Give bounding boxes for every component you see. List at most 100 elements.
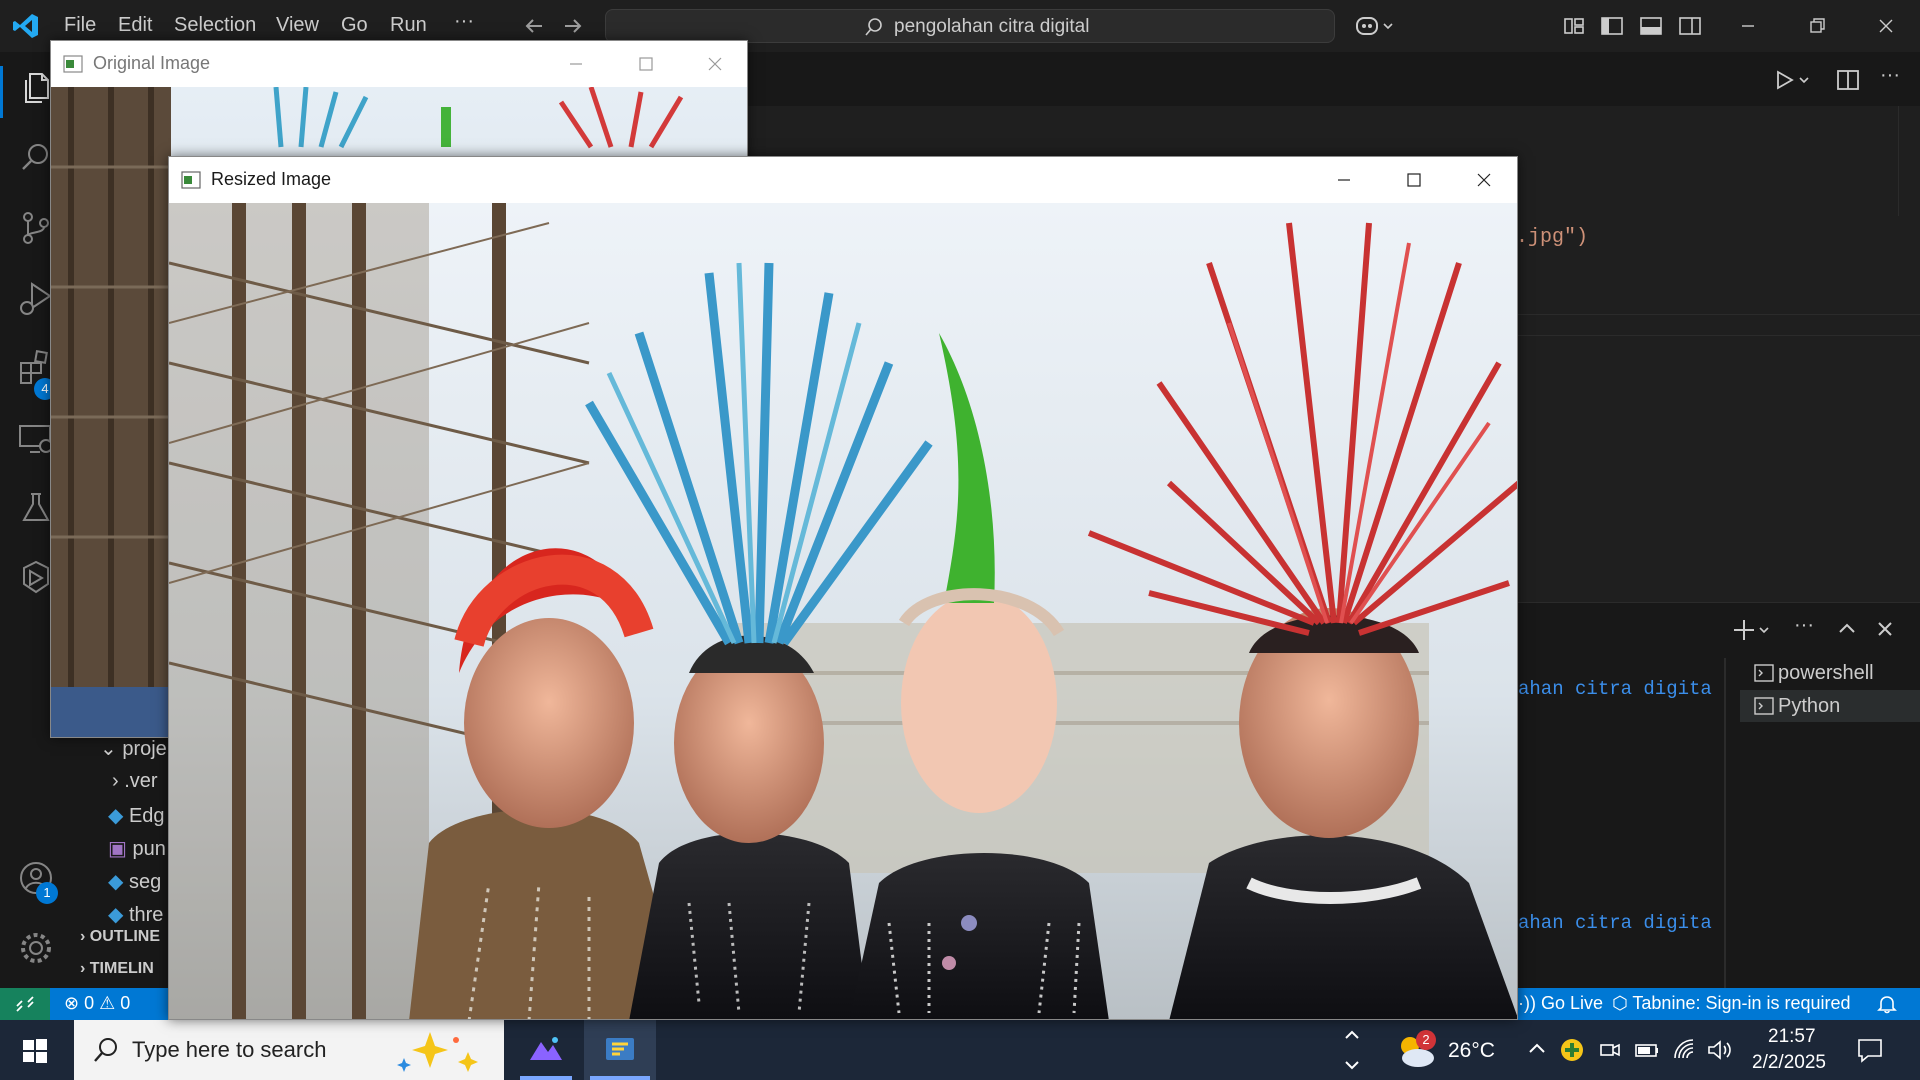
- maximize-icon[interactable]: [631, 49, 661, 79]
- tray-app-icon[interactable]: [1560, 1038, 1584, 1062]
- running-indicator: [520, 1076, 572, 1080]
- menu-more[interactable]: ···: [454, 10, 474, 33]
- terminal-icon: [1754, 664, 1774, 682]
- mountain-app-icon: [530, 1037, 562, 1060]
- tabnine-status[interactable]: ⬡ Tabnine: Sign-in is required: [1612, 993, 1851, 1014]
- windows-start-icon[interactable]: [22, 1038, 48, 1064]
- taskbar-app-python[interactable]: [584, 1020, 656, 1080]
- window-minimize-icon[interactable]: [1734, 12, 1762, 40]
- terminal-icon: [1754, 697, 1774, 715]
- taskbar-scroll-arrows-icon[interactable]: [1340, 1024, 1364, 1076]
- wifi-icon[interactable]: [1672, 1038, 1698, 1062]
- weather-alert-badge: 2: [1416, 1030, 1436, 1050]
- battery-icon[interactable]: [1634, 1038, 1660, 1062]
- windows-taskbar: Type here to search 2 26°C 21:57 2/2/202…: [0, 1020, 1920, 1080]
- running-indicator: [590, 1076, 650, 1080]
- terminal-tab-powershell[interactable]: powershell: [1740, 657, 1920, 689]
- toggle-panel-icon[interactable]: [1637, 12, 1665, 40]
- taskbar-search-placeholder: Type here to search: [132, 1037, 327, 1062]
- notifications-bell-icon[interactable]: [1876, 993, 1898, 1015]
- outline-section-header[interactable]: › OUTLINE: [80, 928, 160, 946]
- taskbar-search-box[interactable]: Type here to search: [74, 1020, 504, 1080]
- image-file-icon: ▣: [108, 838, 127, 860]
- minimize-icon[interactable]: [561, 49, 591, 79]
- active-indicator: [0, 66, 3, 118]
- weather-temperature[interactable]: 26°C: [1448, 1039, 1495, 1063]
- search-icon: [865, 18, 882, 36]
- search-highlight-sparkle-icon: [397, 1032, 478, 1072]
- taskbar-app-photos[interactable]: [514, 1020, 578, 1080]
- run-file-icon[interactable]: [1772, 66, 1816, 94]
- terminal-output-line[interactable]: ahan citra digita: [1518, 912, 1712, 934]
- close-panel-icon[interactable]: [1872, 616, 1898, 642]
- timeline-section-header[interactable]: › TIMELIN: [80, 960, 154, 978]
- new-terminal-icon[interactable]: [1732, 616, 1776, 644]
- copilot-icon[interactable]: [1354, 12, 1398, 40]
- editor-more-actions-icon[interactable]: ···: [1880, 64, 1900, 87]
- warning-icon: ⚠: [99, 993, 116, 1013]
- terminal-list-divider: [1724, 658, 1726, 988]
- nav-forward-icon[interactable]: [559, 12, 587, 40]
- command-center-search[interactable]: pengolahan citra digital: [605, 9, 1335, 43]
- maximize-panel-icon[interactable]: [1834, 616, 1860, 642]
- resized-image-title: Resized Image: [211, 169, 332, 189]
- window-close-icon[interactable]: [1872, 12, 1900, 40]
- volume-icon[interactable]: [1706, 1038, 1732, 1062]
- accounts-badge: 1: [36, 882, 58, 904]
- code-line-fragment[interactable]: .jpg"): [1516, 226, 1588, 249]
- menu-selection[interactable]: Selection: [174, 14, 256, 37]
- vscode-logo-icon[interactable]: [12, 12, 40, 40]
- tree-item-threshold-file[interactable]: ◆ thre: [108, 902, 163, 927]
- window-restore-icon[interactable]: [1803, 12, 1831, 40]
- gear-icon[interactable]: [16, 928, 56, 968]
- split-editor-icon[interactable]: [1834, 66, 1862, 94]
- opencv-window-app-icon: [63, 55, 83, 73]
- menu-go[interactable]: Go: [341, 14, 368, 37]
- close-icon[interactable]: [700, 49, 730, 79]
- menu-file[interactable]: File: [64, 14, 96, 37]
- close-icon[interactable]: [1469, 165, 1499, 195]
- resized-photo-punks: [169, 203, 1517, 1019]
- show-hidden-icons-chevron-icon[interactable]: [1526, 1038, 1548, 1060]
- tree-item-segmentation-file[interactable]: ◆ seg: [108, 869, 161, 894]
- error-icon: ⊗: [64, 993, 80, 1013]
- minimize-icon[interactable]: [1329, 165, 1359, 195]
- tabnine-icon: ⬡: [1612, 993, 1628, 1013]
- resized-image-window[interactable]: Resized Image: [168, 156, 1518, 1020]
- original-image-title: Original Image: [93, 53, 211, 73]
- python-file-icon: ◆: [108, 871, 124, 893]
- python-file-icon: ◆: [108, 904, 124, 926]
- tree-item-edge-file[interactable]: ◆ Edg: [108, 803, 165, 828]
- python-file-icon: ◆: [108, 805, 124, 827]
- terminal-output-line[interactable]: ahan citra digita: [1518, 678, 1712, 700]
- go-live-status[interactable]: ((·)) Go Live: [1506, 993, 1603, 1014]
- menu-run[interactable]: Run: [390, 14, 427, 37]
- notification-center-icon[interactable]: [1856, 1036, 1884, 1064]
- opencv-window-app-icon: [181, 171, 201, 189]
- editor-scrollbar[interactable]: [1898, 106, 1920, 216]
- clock-date[interactable]: 2/2/2025: [1752, 1052, 1826, 1074]
- tree-item-punk-image[interactable]: ▣ pun: [108, 836, 166, 861]
- toggle-primary-sidebar-icon[interactable]: [1598, 12, 1626, 40]
- current-line-highlight: [1516, 314, 1920, 336]
- toggle-secondary-sidebar-icon[interactable]: [1676, 12, 1704, 40]
- original-image-titlebar[interactable]: Original Image: [51, 41, 747, 87]
- menu-view[interactable]: View: [276, 14, 319, 37]
- command-center-text: pengolahan citra digital: [894, 16, 1090, 37]
- clock-time[interactable]: 21:57: [1768, 1026, 1816, 1048]
- maximize-icon[interactable]: [1399, 165, 1429, 195]
- panel-more-actions-icon[interactable]: ···: [1794, 614, 1814, 637]
- meet-now-icon[interactable]: [1598, 1038, 1622, 1062]
- tree-item-vscode-folder[interactable]: › .ver: [112, 770, 158, 793]
- menu-edit[interactable]: Edit: [118, 14, 152, 37]
- remote-indicator[interactable]: [0, 988, 50, 1020]
- python-app-icon: [606, 1038, 634, 1060]
- editor-tab-bar: ···: [740, 52, 1920, 106]
- search-icon: [94, 1038, 117, 1062]
- tree-item-project-folder[interactable]: ⌄ proje: [100, 736, 167, 761]
- resized-image-titlebar[interactable]: Resized Image: [169, 157, 1517, 203]
- terminal-tab-python[interactable]: Python: [1740, 690, 1920, 722]
- customize-layout-icon[interactable]: [1560, 12, 1588, 40]
- nav-back-icon[interactable]: [520, 12, 548, 40]
- problems-status[interactable]: ⊗ 0 ⚠ 0: [64, 993, 130, 1014]
